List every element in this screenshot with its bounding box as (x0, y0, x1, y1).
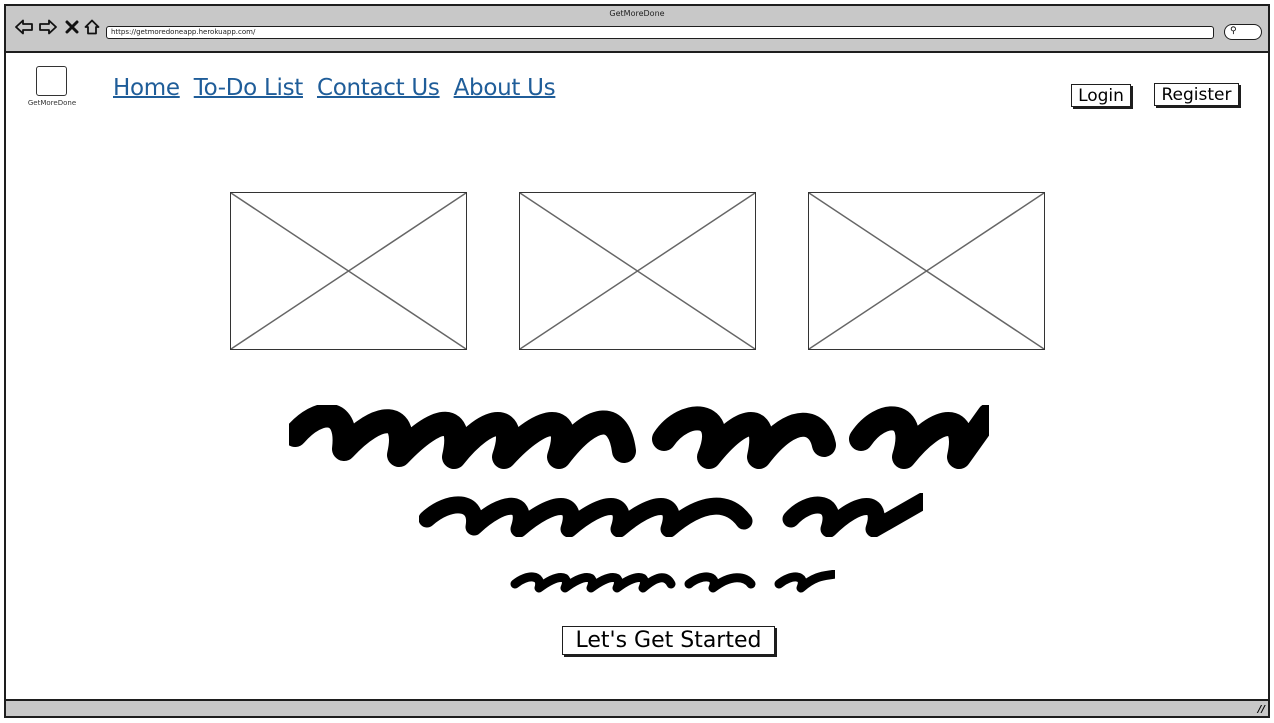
image-placeholder-1 (230, 192, 467, 350)
main-nav: Home To-Do List Contact Us About Us (113, 75, 556, 101)
subheadline-scribble (419, 493, 923, 537)
nav-link-todo-list[interactable]: To-Do List (194, 75, 304, 101)
back-button[interactable] (14, 17, 34, 37)
browser-toolbar: GetMoreDone https://getmoredoneapp.herok… (6, 6, 1268, 53)
close-icon (65, 20, 79, 34)
nav-link-about-us[interactable]: About Us (454, 75, 556, 101)
nav-link-contact-us[interactable]: Contact Us (317, 75, 440, 101)
home-icon (84, 19, 100, 35)
stop-button[interactable] (62, 17, 82, 37)
page-content: GetMoreDone Home To-Do List Contact Us A… (6, 55, 1268, 701)
arrow-right-icon (39, 19, 57, 35)
headline-scribble (289, 405, 989, 469)
register-button[interactable]: Register (1154, 83, 1239, 106)
arrow-left-icon (15, 19, 33, 35)
search-button[interactable]: ⚲ (1224, 24, 1262, 40)
resize-grip-icon[interactable]: // (1258, 704, 1265, 715)
image-placeholder-2 (519, 192, 756, 350)
nav-link-home[interactable]: Home (113, 75, 180, 101)
get-started-button[interactable]: Let's Get Started (562, 626, 775, 655)
tagline-scribble (510, 570, 835, 593)
image-placeholder-3 (808, 192, 1045, 350)
browser-window: GetMoreDone https://getmoredoneapp.herok… (4, 4, 1270, 718)
window-title: GetMoreDone (609, 9, 665, 18)
address-bar[interactable]: https://getmoredoneapp.herokuapp.com/ (106, 26, 1214, 39)
home-button[interactable] (82, 17, 102, 37)
logo-label: GetMoreDone (27, 99, 77, 107)
login-button[interactable]: Login (1071, 84, 1131, 107)
search-icon: ⚲ (1230, 26, 1237, 36)
logo-image[interactable] (36, 66, 67, 96)
status-bar: // (6, 699, 1268, 716)
forward-button[interactable] (38, 17, 58, 37)
